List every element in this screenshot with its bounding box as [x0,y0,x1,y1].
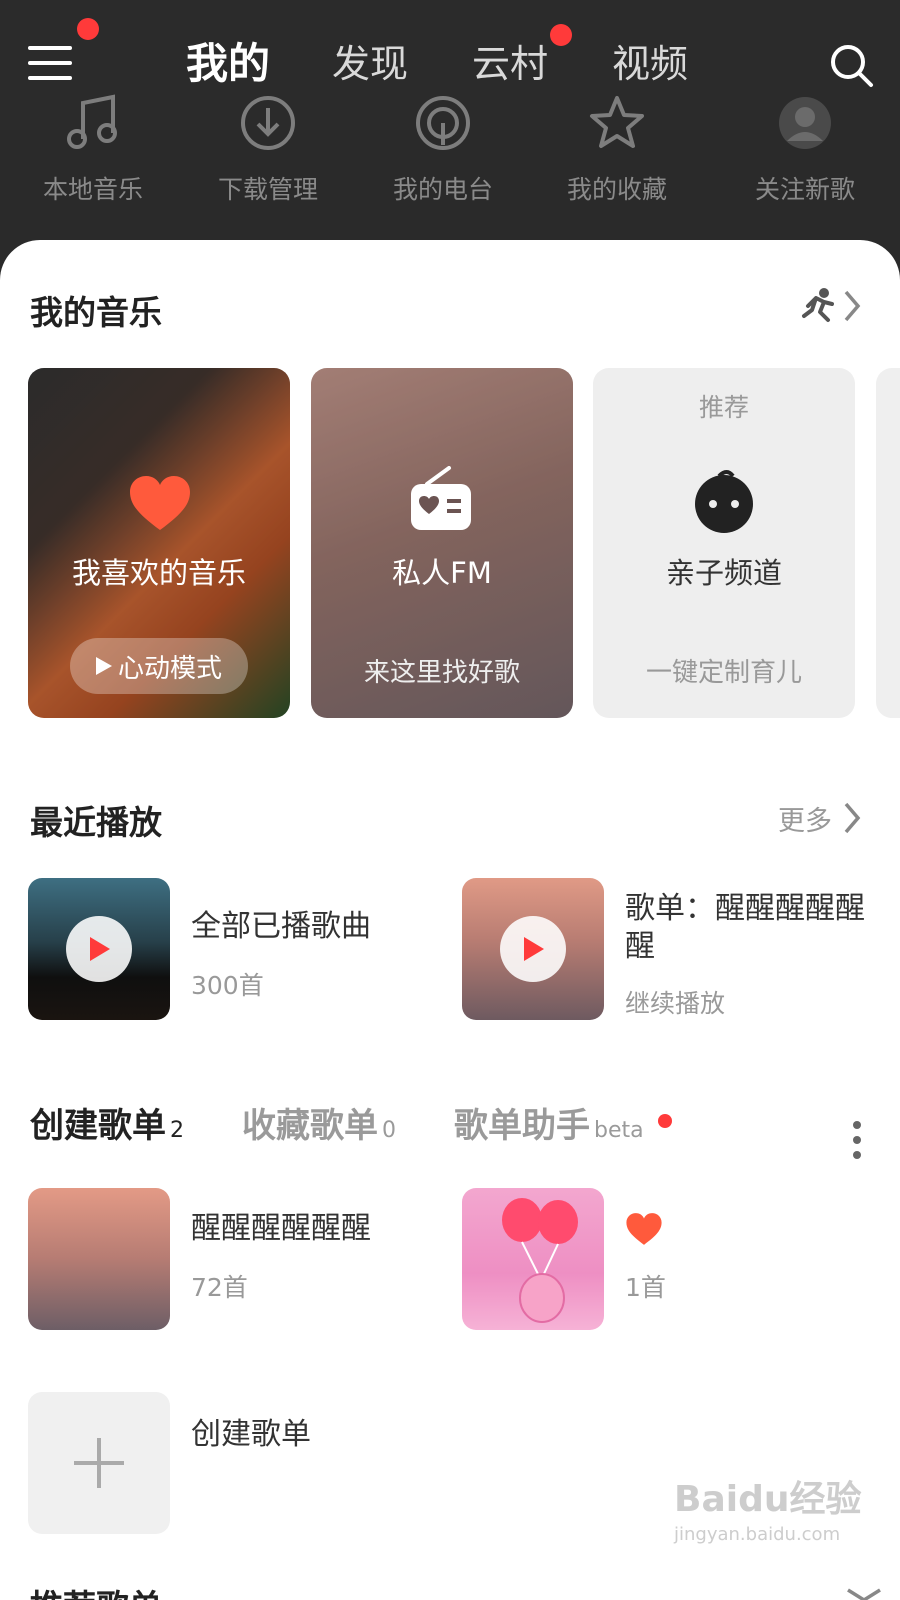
play-button[interactable] [500,916,566,982]
shortcut-label: 本地音乐 [42,175,143,204]
tab-discover[interactable]: 发现 [332,36,408,92]
heart-icon [130,476,190,530]
private-fm-card[interactable]: 私人FM 来这里找好歌 [311,368,573,718]
heartbeat-mode-button[interactable]: 心动模式 [70,638,248,694]
playlist-sub: 1首 [625,1273,666,1302]
yuncun-notification-dot [550,24,572,46]
shortcut-label: 我的收藏 [566,175,667,204]
music-note-icon [67,94,117,149]
watermark-brand: Baidu经验 [674,1479,862,1520]
tab-label: 歌单助手 [454,1106,590,1146]
chevron-right-icon [844,802,861,834]
star-icon [590,96,644,148]
shortcut-row: 本地音乐 下载管理 我的电台 我的收藏 关注新歌 [0,90,900,220]
recent-item-sub: 300首 [191,971,264,1000]
recent-item-title: 歌单：醒醒醒醒醒醒 [625,891,865,964]
running-icon [802,288,834,322]
shortcut-local-music[interactable]: 本地音乐 [8,90,178,206]
recommend-tag: 推荐 [698,393,749,422]
playlist-sub: 72首 [191,1273,248,1302]
liked-music-title: 我喜欢的音乐 [71,556,246,590]
create-playlist-tile [28,1392,170,1534]
heart-balloons-illustration [502,1198,578,1323]
my-music-title: 我的音乐 [30,293,162,332]
chevron-down-icon[interactable] [844,1588,884,1600]
create-playlist-label: 创建歌单 [191,1417,311,1452]
private-fm-subtitle: 来这里找好歌 [363,658,520,688]
tab-label: 收藏歌单 [242,1106,378,1146]
watermark-url: jingyan.baidu.com [674,1524,841,1545]
heart-icon [626,1213,662,1245]
recent-title: 最近播放 [30,803,162,842]
more-label: 更多 [778,805,832,837]
kids-channel-title: 亲子频道 [665,556,782,590]
playlist-cover [462,1188,604,1330]
tab-count: 0 [382,1118,396,1143]
assistant-notification-dot [658,1114,672,1128]
tab-yuncun[interactable]: 云村 [472,36,548,92]
my-music-more[interactable] [798,286,864,326]
search-icon[interactable] [828,42,874,88]
next-card-peek [876,368,900,718]
avatar-icon [779,97,831,149]
main-sheet: 我的音乐 我喜欢的音乐 心动模式 私人FM 来这里找好歌 推荐 亲子频道 一键定… [0,240,900,1600]
more-vertical-icon[interactable] [852,1120,862,1160]
tab-created-playlists[interactable]: 创建歌单 2 [30,1098,184,1147]
shortcut-radio[interactable]: 我的电台 [358,90,528,206]
shortcut-new-songs[interactable]: 关注新歌 [720,90,890,206]
recent-thumb [462,878,604,1020]
recent-item-sub: 继续播放 [625,989,726,1018]
playlist-cover [28,1188,170,1330]
play-button[interactable] [66,916,132,982]
recent-item-title: 全部已播歌曲 [191,909,371,944]
kids-channel-card[interactable]: 推荐 亲子频道 一键定制育儿 [593,368,855,718]
recommend-title: 推荐歌单 [30,1580,162,1600]
kids-channel-subtitle: 一键定制育儿 [645,658,802,688]
shortcut-label: 下载管理 [217,175,318,204]
play-icon [95,657,112,675]
recent-thumb [28,878,170,1020]
plus-icon [74,1438,124,1488]
recent-more[interactable]: 更多 [778,798,864,838]
liked-music-card[interactable]: 我喜欢的音乐 心动模式 [28,368,290,718]
tab-playlist-assistant[interactable]: 歌单助手 beta [454,1098,644,1147]
tab-collected-playlists[interactable]: 收藏歌单 0 [242,1098,396,1147]
radio-icon [411,466,471,530]
tab-video[interactable]: 视频 [612,36,688,92]
private-fm-title: 私人FM [392,556,492,590]
heartbeat-mode-label: 心动模式 [117,653,222,684]
radio-podcast-icon [416,96,470,150]
tab-label: 创建歌单 [30,1106,166,1146]
shortcut-label: 我的电台 [392,175,493,204]
download-icon [241,96,295,150]
shortcut-label: 关注新歌 [754,175,855,204]
play-icon [524,937,544,961]
playlist-title: 醒醒醒醒醒醒 [191,1211,371,1246]
shortcut-favorites[interactable]: 我的收藏 [532,90,702,206]
top-tabs: 我的 发现 云村 视频 [0,36,900,96]
chevron-right-icon [844,290,861,322]
baby-face-icon [695,470,753,533]
tab-count: beta [594,1118,644,1143]
tab-count: 2 [170,1118,184,1143]
play-icon [90,937,110,961]
shortcut-downloads[interactable]: 下载管理 [183,90,353,206]
tab-mine[interactable]: 我的 [186,36,270,92]
baidu-watermark: Baidu经验 jingyan.baidu.com [674,1470,861,1545]
